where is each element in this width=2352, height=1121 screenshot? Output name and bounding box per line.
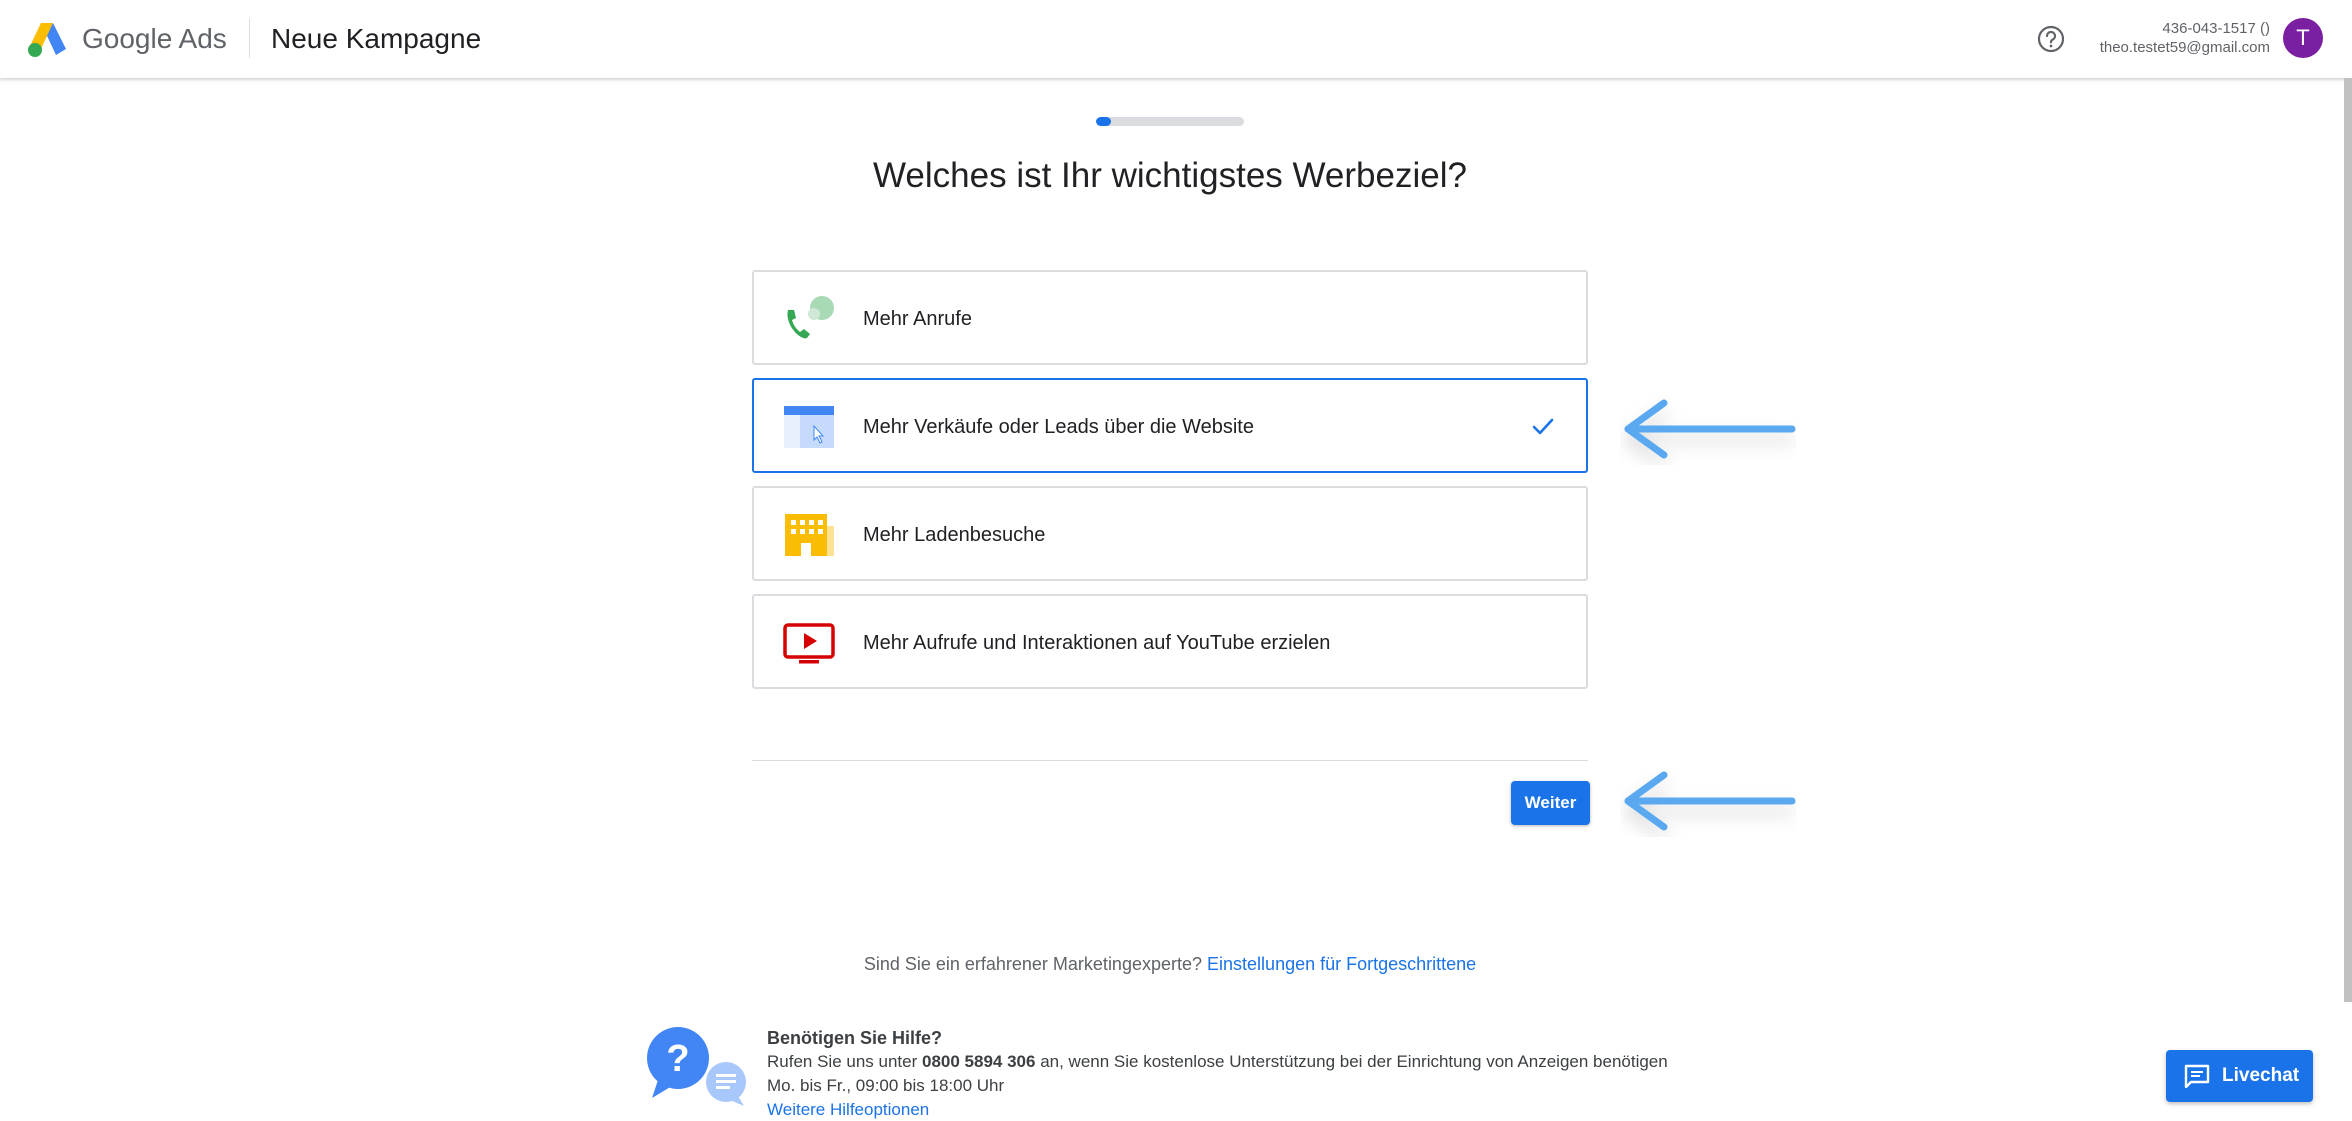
brand-name: Google Ads [82,22,227,56]
help-line-suffix: an, wenn Sie kostenlose Unterstützung be… [1040,1052,1668,1071]
goal-option-label: Mehr Verkäufe oder Leads über die Websit… [863,416,1254,438]
progress-fill [1096,117,1111,126]
help-icon[interactable] [2036,24,2066,54]
goal-option-youtube[interactable]: Mehr Aufrufe und Interaktionen auf YouTu… [752,594,1588,689]
header-divider [249,18,250,58]
avatar[interactable]: T [2283,18,2323,58]
checkmark-icon [1532,418,1554,435]
goal-option-calls[interactable]: Mehr Anrufe [752,270,1588,365]
account-email: theo.testet59@gmail.com [2099,39,2270,56]
help-title: Benötigen Sie Hilfe? [767,1028,943,1048]
advanced-prompt-text: Sind Sie ein erfahrener Marketingexperte… [863,954,1203,974]
goal-option-label: Mehr Ladenbesuche [863,524,1046,546]
youtube-play-icon [783,623,835,664]
help-chat-icon: ? [647,1027,746,1106]
phone-call-icon [787,296,834,339]
goal-option-website[interactable]: Mehr Verkäufe oder Leads über die Websit… [752,378,1588,473]
page-title: Neue Kampagne [271,23,482,54]
brand-ads: Ads [178,23,227,54]
more-help-link[interactable]: Weitere Hilfeoptionen [767,1099,929,1121]
chat-icon [2184,1064,2210,1088]
progress-bar [1096,117,1244,126]
annotation-arrow-icon [1624,771,1796,831]
section-divider [752,760,1588,761]
goal-option-label: Mehr Aufrufe und Interaktionen auf YouTu… [863,632,1331,654]
goal-option-store-visits[interactable]: Mehr Ladenbesuche [752,486,1588,581]
livechat-button[interactable]: Livechat [2166,1050,2313,1102]
annotation-arrow-icon [1624,399,1796,459]
website-cursor-icon [784,406,834,448]
scrollbar[interactable] [2344,78,2352,1002]
account-id: 436-043-1517 () [2162,20,2270,37]
help-phone-number: 0800 5894 306 [922,1052,1036,1071]
store-building-icon [785,514,834,556]
account-info[interactable]: 436-043-1517 () theo.testet59@gmail.com [2100,19,2270,57]
advanced-settings-link[interactable]: Einstellungen für Fortgeschrittene [1207,954,1476,974]
advanced-settings-prompt: Sind Sie ein erfahrener Marketingexperte… [0,953,2340,975]
question-heading: Welches ist Ihr wichtigstes Werbeziel? [873,156,1467,195]
svg-text:?: ? [666,1038,689,1080]
help-phone-line: Rufen Sie uns unter 0800 5894 306 an, we… [767,1051,1668,1073]
goal-option-label: Mehr Anrufe [863,308,972,330]
help-line-prefix: Rufen Sie uns unter [767,1052,918,1071]
next-button[interactable]: Weiter [1511,781,1590,825]
google-ads-logo[interactable] [26,19,70,59]
livechat-label: Livechat [2222,1065,2300,1086]
top-app-bar: Google Ads Neue Kampagne 436-043-1517 ()… [0,0,2352,79]
help-hours: Mo. bis Fr., 09:00 bis 18:00 Uhr [767,1076,1005,1095]
brand-google: Google [82,23,173,54]
